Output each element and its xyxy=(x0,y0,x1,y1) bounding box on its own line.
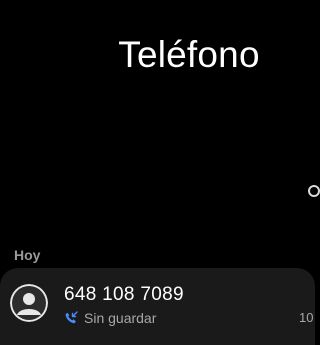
call-time: 10 xyxy=(299,310,314,325)
call-status-label: Sin guardar xyxy=(84,310,157,326)
search-icon[interactable] xyxy=(308,185,320,197)
contact-number: 648 108 7089 xyxy=(64,284,184,305)
section-header-today: Hoy xyxy=(14,247,41,263)
incoming-call-icon xyxy=(65,311,78,324)
app-title: Teléfono xyxy=(118,34,260,75)
person-icon xyxy=(10,284,48,322)
contact-avatar[interactable] xyxy=(10,284,48,322)
call-status: Sin guardar xyxy=(64,309,156,327)
